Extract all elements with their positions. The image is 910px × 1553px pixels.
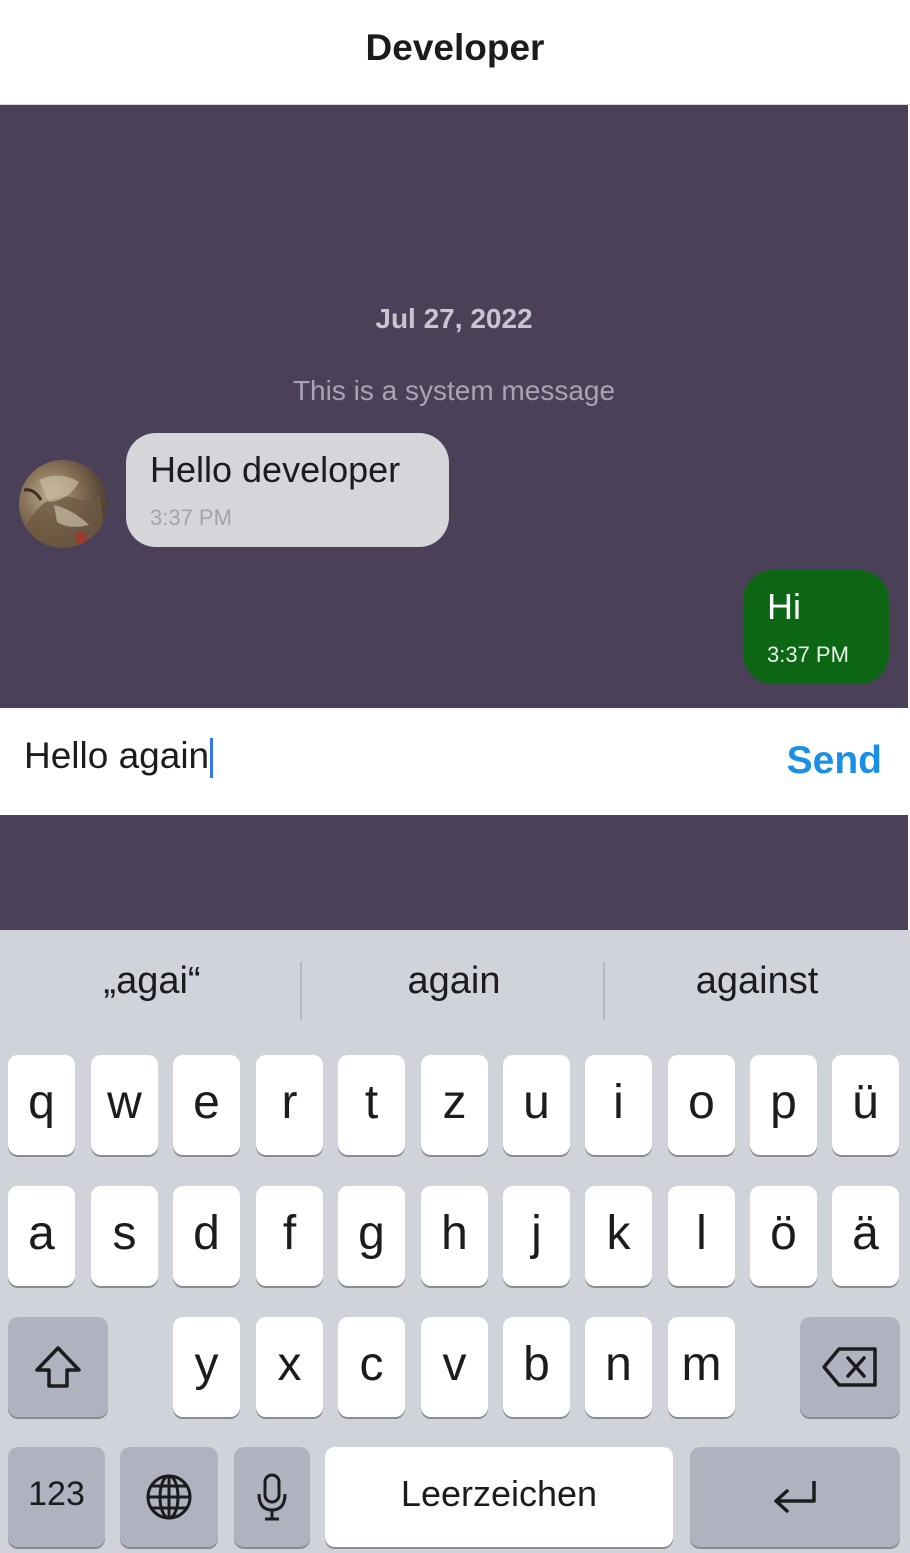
backspace-icon [822, 1347, 877, 1387]
microphone-icon [257, 1473, 287, 1521]
suggestion-2[interactable]: again [304, 960, 604, 1003]
key-k[interactable]: k [585, 1186, 652, 1286]
key-oe[interactable]: ö [750, 1186, 817, 1286]
key-w[interactable]: w [91, 1055, 158, 1155]
key-label: s [112, 1206, 137, 1260]
composer-bar: Hello again Send [0, 709, 908, 815]
globe-key[interactable] [120, 1447, 218, 1547]
outgoing-message-text: Hi [767, 586, 801, 627]
key-label: z [442, 1075, 467, 1129]
key-c[interactable]: c [338, 1317, 405, 1417]
key-label: p [770, 1075, 797, 1129]
key-s[interactable]: s [91, 1186, 158, 1286]
key-m[interactable]: m [668, 1317, 735, 1417]
key-l[interactable]: l [668, 1186, 735, 1286]
text-caret [210, 738, 214, 779]
key-e[interactable]: e [173, 1055, 240, 1155]
chat-background-gap [0, 815, 908, 930]
key-n[interactable]: n [585, 1317, 652, 1417]
key-q[interactable]: q [8, 1055, 75, 1155]
backspace-key[interactable] [800, 1317, 900, 1417]
key-a[interactable]: a [8, 1186, 75, 1286]
system-message: This is a system message [292, 375, 616, 406]
return-arrow-icon [774, 1481, 816, 1513]
outgoing-message-time: 3:37 PM [767, 642, 849, 667]
outgoing-message-bubble[interactable]: Hi 3:37 PM [743, 570, 889, 684]
key-t[interactable]: t [338, 1055, 405, 1155]
incoming-message-time: 3:37 PM [150, 505, 232, 530]
key-i[interactable]: i [585, 1055, 652, 1155]
key-label: e [193, 1075, 220, 1129]
key-label: Leerzeichen [400, 1473, 598, 1514]
key-label: d [193, 1206, 220, 1260]
microphone-key[interactable] [234, 1447, 310, 1547]
chat-title: Developer [365, 27, 545, 68]
key-g[interactable]: g [338, 1186, 405, 1286]
key-label: h [441, 1206, 468, 1260]
key-label: w [107, 1075, 142, 1129]
key-r[interactable]: r [256, 1055, 323, 1155]
shift-key[interactable] [8, 1317, 108, 1417]
message-input-text: Hello again [24, 735, 210, 776]
key-label: ö [770, 1206, 797, 1260]
key-label: i [613, 1075, 624, 1129]
key-v[interactable]: v [421, 1317, 488, 1417]
suggestion-bar: „agai“ again against [0, 930, 908, 1050]
key-b[interactable]: b [503, 1317, 570, 1417]
shift-arrow-icon [35, 1346, 81, 1388]
suggestion-divider [603, 962, 605, 1020]
key-label: a [28, 1206, 55, 1260]
suggestion-3[interactable]: against [607, 960, 907, 1003]
key-label: r [281, 1075, 298, 1129]
incoming-message-text: Hello developer [150, 449, 401, 490]
key-label: ü [852, 1075, 879, 1129]
key-x[interactable]: x [256, 1317, 323, 1417]
key-ue[interactable]: ü [832, 1055, 899, 1155]
key-label: m [681, 1337, 722, 1391]
message-input[interactable]: Hello again [24, 731, 724, 781]
space-key[interactable]: Leerzeichen [325, 1447, 673, 1547]
key-label: g [358, 1206, 385, 1260]
key-ae[interactable]: ä [832, 1186, 899, 1286]
key-label: n [605, 1337, 632, 1391]
key-label: f [282, 1206, 297, 1260]
suggestion-1[interactable]: „agai“ [2, 960, 302, 1003]
globe-icon [146, 1474, 192, 1520]
key-j[interactable]: j [503, 1186, 570, 1286]
key-label: q [28, 1075, 55, 1129]
key-label: t [364, 1075, 379, 1129]
key-f[interactable]: f [256, 1186, 323, 1286]
keyboard: „agai“ again against q w e r t z u i o p… [0, 930, 910, 1553]
return-key[interactable] [690, 1447, 900, 1547]
avatar[interactable] [19, 460, 107, 548]
send-button[interactable]: Send [787, 739, 882, 783]
key-u[interactable]: u [503, 1055, 570, 1155]
key-label: l [696, 1206, 707, 1260]
key-label: u [523, 1075, 550, 1129]
key-label: x [277, 1337, 302, 1391]
avatar-photo [19, 475, 107, 548]
date-separator: Jul 27, 2022 [375, 303, 533, 334]
key-p[interactable]: p [750, 1055, 817, 1155]
key-label: b [523, 1337, 550, 1391]
numbers-key[interactable]: 123 [8, 1447, 105, 1547]
key-label: v [442, 1337, 467, 1391]
key-o[interactable]: o [668, 1055, 735, 1155]
chat-header: Developer [0, 0, 910, 105]
key-y[interactable]: y [173, 1317, 240, 1417]
key-d[interactable]: d [173, 1186, 240, 1286]
key-label: 123 [28, 1474, 85, 1513]
key-label: ä [852, 1206, 879, 1260]
key-label: k [606, 1206, 631, 1260]
incoming-message-bubble[interactable]: Hello developer 3:37 PM [126, 433, 449, 547]
key-z[interactable]: z [421, 1055, 488, 1155]
key-label: o [688, 1075, 715, 1129]
key-label: c [359, 1337, 384, 1391]
key-label: y [194, 1337, 219, 1391]
key-h[interactable]: h [421, 1186, 488, 1286]
suggestion-divider [300, 962, 302, 1020]
message-list[interactable]: Jul 27, 2022 This is a system message He… [0, 105, 908, 708]
key-label: j [531, 1206, 542, 1260]
